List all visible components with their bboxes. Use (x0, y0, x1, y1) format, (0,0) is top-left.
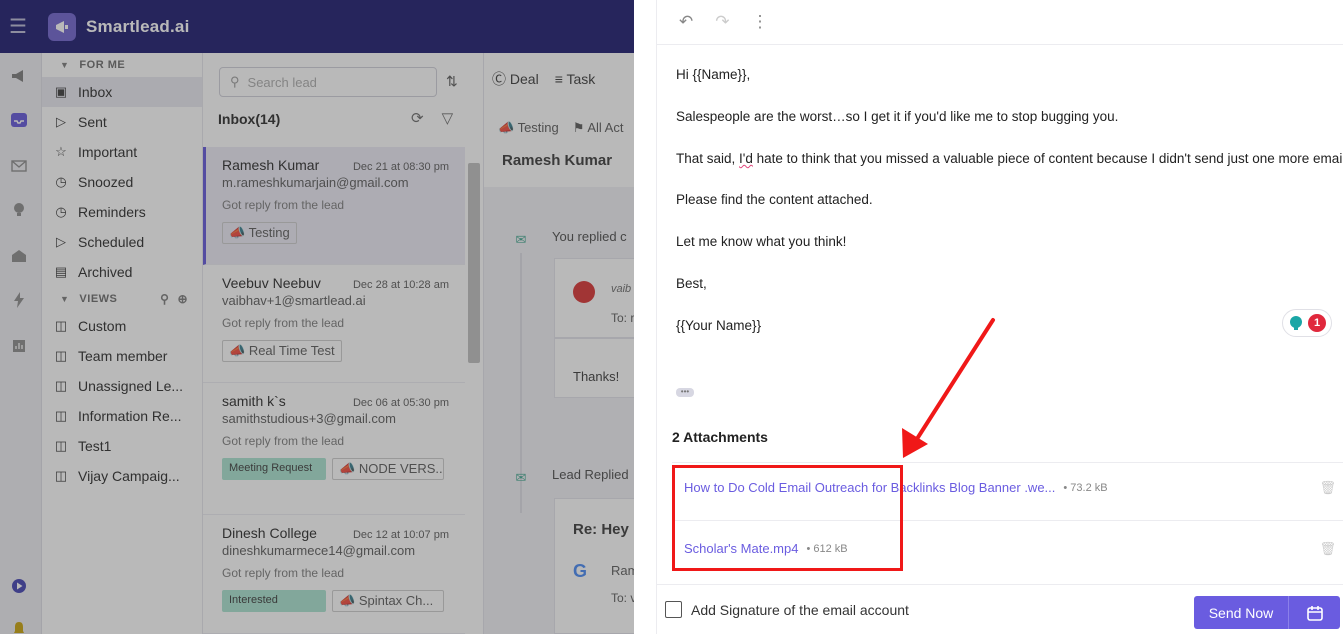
show-trimmed-content-icon[interactable]: ••• (676, 388, 694, 397)
delete-attachment-icon[interactable]: 🗑 (1319, 541, 1336, 557)
schedule-calendar-icon[interactable] (1289, 605, 1340, 621)
editor-toolbar: ↶ ↷ ⋮ (657, 0, 1343, 45)
inbox-app: ☰ Smartlead.ai ▼ FOR ME ▣ Inbox ▷ Sent ☆ Imp… (0, 0, 634, 634)
modal-backdrop[interactable] (0, 0, 634, 634)
send-now-button[interactable]: Send Now (1194, 596, 1340, 629)
writing-assistant-widget[interactable]: 1 (1282, 309, 1332, 337)
redo-icon[interactable]: ↷ (715, 12, 729, 32)
more-options-icon[interactable]: ⋮ (752, 12, 769, 32)
grammar-issue-badge: 1 (1308, 314, 1326, 332)
delete-attachment-icon[interactable]: 🗑 (1319, 480, 1336, 496)
bulb-icon (1290, 316, 1302, 330)
add-signature-label: Add Signature of the email account (691, 601, 909, 618)
attachment-size: • 73.2 kB (1063, 481, 1108, 494)
add-signature-checkbox[interactable] (665, 601, 682, 618)
attachments-title: 2 Attachments (672, 429, 768, 445)
composer-footer: Add Signature of the email account Send … (657, 584, 1343, 634)
highlight-box (672, 465, 903, 571)
undo-icon[interactable]: ↶ (679, 12, 693, 32)
